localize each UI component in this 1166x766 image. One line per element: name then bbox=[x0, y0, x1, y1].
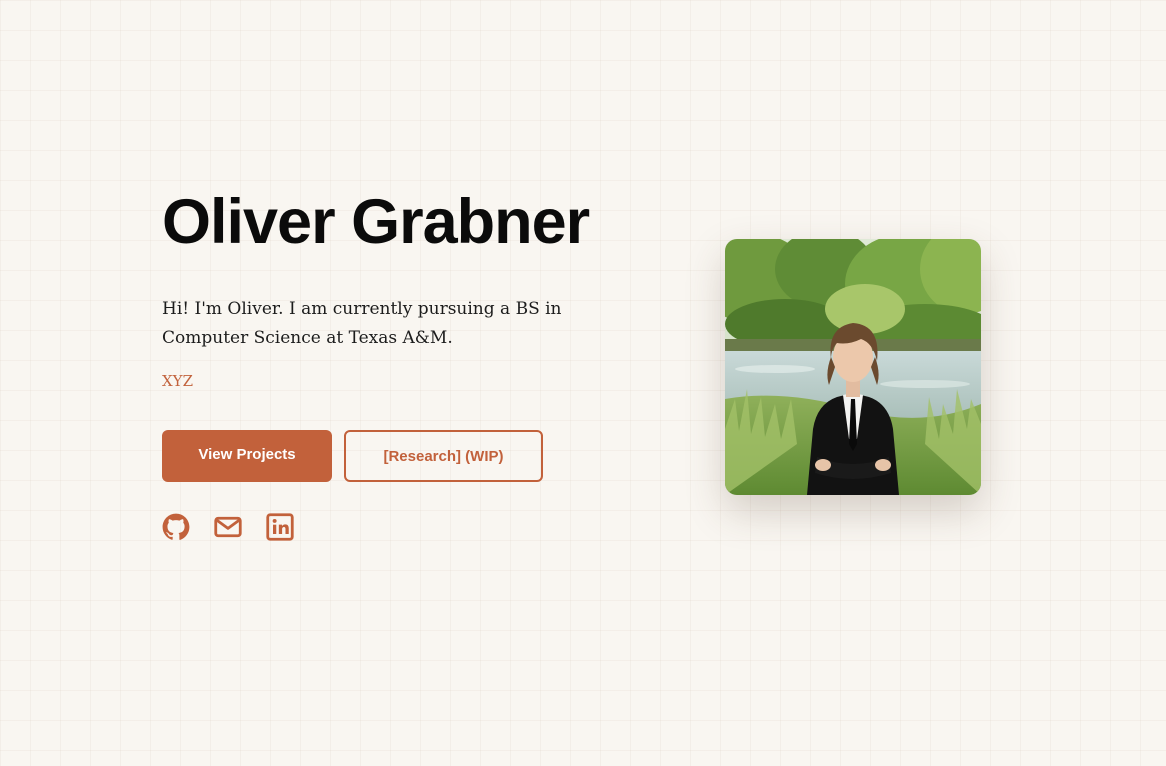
hero-content: Oliver Grabner Hi! I'm Oliver. I am curr… bbox=[162, 186, 622, 541]
action-buttons: View Projects [Research] (WIP) bbox=[162, 430, 622, 482]
intro-text: Hi! I'm Oliver. I am currently pursuing … bbox=[162, 299, 562, 348]
page-title: Oliver Grabner bbox=[162, 187, 590, 257]
github-icon[interactable] bbox=[162, 513, 190, 541]
social-links bbox=[162, 513, 622, 541]
research-button[interactable]: [Research] (WIP) bbox=[344, 430, 543, 482]
linkedin-icon[interactable] bbox=[266, 513, 294, 541]
view-projects-button[interactable]: View Projects bbox=[162, 430, 332, 482]
tagline-text: XYZ bbox=[162, 372, 194, 390]
profile-photo bbox=[725, 239, 981, 495]
envelope-icon[interactable] bbox=[214, 513, 242, 541]
